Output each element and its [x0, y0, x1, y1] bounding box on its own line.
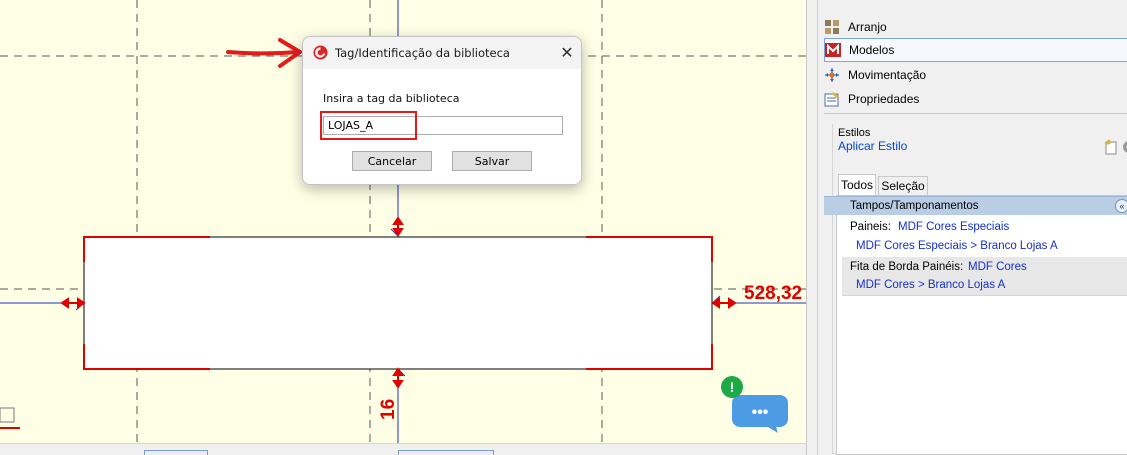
nav-item-modelos[interactable]: Modelos [824, 38, 1127, 62]
close-icon[interactable]: ✕ [553, 37, 581, 69]
nav-item-label: Propriedades [848, 92, 920, 106]
nav-item-movimentacao[interactable]: Movimentação [824, 63, 1127, 87]
property-detail-link[interactable]: MDF Cores > Branco Lojas A [856, 279, 1005, 291]
properties-icon [824, 91, 840, 107]
property-row: Fita de Borda Painéis: MDF Cores MDF Cor… [842, 257, 1127, 295]
gear-icon[interactable] [1121, 139, 1127, 155]
row-divider [842, 295, 1127, 296]
apply-style-link[interactable]: Aplicar Estilo [838, 139, 907, 153]
canvas-bottom-strip [0, 443, 806, 455]
panel-inner: Arranjo Modelos Movimentação Propriedade… [817, 0, 1127, 455]
tag-prompt-label: Insira a tag da biblioteca [323, 92, 460, 105]
annotation-arrow-icon [226, 38, 302, 68]
dialog-titlebar[interactable]: Tag/Identificação da biblioteca ✕ [303, 37, 581, 69]
category-header[interactable]: Tampos/Tamponamentos « [824, 196, 1127, 215]
tag-input[interactable] [323, 116, 563, 135]
dimension-label-width: 528,32 [744, 283, 803, 304]
move-icon [824, 67, 840, 83]
property-row: Paineis: MDF Cores Especiais MDF Cores E… [842, 217, 1127, 257]
cancel-button[interactable]: Cancelar [352, 151, 432, 171]
arrange-icon [824, 19, 840, 35]
nav-item-label: Modelos [849, 43, 895, 57]
new-style-icon[interactable] [1104, 139, 1118, 155]
property-value-link[interactable]: MDF Cores Especiais [898, 221, 1009, 233]
dialog-title: Tag/Identificação da biblioteca [335, 46, 510, 60]
collapse-icon[interactable]: « [1115, 199, 1127, 213]
nav-item-arranjo[interactable]: Arranjo [824, 15, 1127, 39]
view-tab[interactable] [398, 450, 494, 455]
chat-dots: ••• [752, 404, 769, 421]
property-label: Paineis: [850, 221, 891, 233]
styles-label: Estilos [838, 127, 871, 139]
models-icon [825, 42, 841, 58]
app-logo-icon [313, 45, 328, 60]
chat-badge: ! [730, 379, 735, 395]
tab-selecao[interactable]: Seleção [878, 176, 928, 195]
dimension-label-thickness: 16 [378, 398, 399, 420]
property-value-link[interactable]: MDF Cores [968, 261, 1027, 273]
category-label: Tampos/Tamponamentos [850, 200, 979, 212]
property-detail-link[interactable]: MDF Cores Especiais > Branco Lojas A [856, 240, 1058, 252]
nav-separator [824, 113, 1127, 114]
nav-item-label: Movimentação [848, 68, 927, 82]
dialog-content: Insira a tag da biblioteca Cancelar Salv… [303, 69, 581, 184]
nav-item-label: Arranjo [848, 20, 887, 34]
chat-bubble-icon[interactable]: ! ••• [718, 375, 790, 435]
library-tag-dialog: Tag/Identificação da biblioteca ✕ Insira… [302, 36, 582, 185]
tab-todos[interactable]: Todos [838, 174, 876, 195]
right-panel: Arranjo Modelos Movimentação Propriedade… [806, 0, 1127, 455]
nav-item-propriedades[interactable]: Propriedades [824, 87, 1127, 111]
save-button[interactable]: Salvar [452, 151, 532, 171]
property-label: Fita de Borda Painéis: [850, 261, 964, 273]
view-tab[interactable] [144, 450, 208, 455]
